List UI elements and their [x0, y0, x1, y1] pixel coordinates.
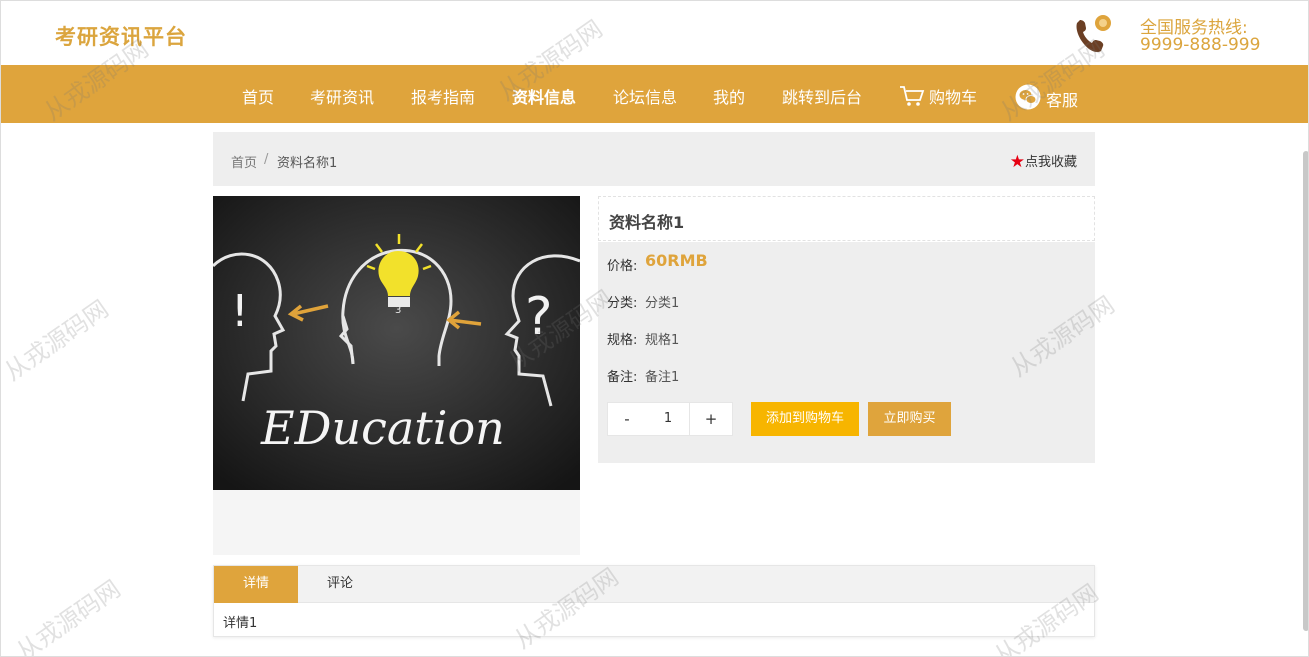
product-info-panel: 价格: 60RMB 分类: 分类1 规格: 规格1 备注: 备注1 - 1 + … [598, 242, 1095, 463]
svg-text:!: ! [231, 286, 249, 337]
nav-item-materials[interactable]: 资料信息 [512, 84, 576, 108]
phone-icon [1076, 15, 1111, 53]
product-name: 资料名称1 [609, 213, 685, 232]
top-header: 考研资讯平台 全国服务热线: 9999-888-999 [1, 1, 1308, 65]
star-icon: ★ [1009, 152, 1025, 172]
category-value: 分类1 [645, 296, 680, 311]
remark-value: 备注1 [645, 370, 680, 385]
nav-item-cart-label: 购物车 [929, 88, 978, 107]
nav-item-forum[interactable]: 论坛信息 [613, 84, 677, 108]
main-nav: 首页 考研资讯 报考指南 资料信息 论坛信息 我的 跳转到后台 购物车 客服 [1, 65, 1308, 123]
nav-item-admin[interactable]: 跳转到后台 [782, 84, 862, 108]
add-to-cart-button[interactable]: 添加到购物车 [751, 402, 859, 436]
buy-now-button[interactable]: 立即购买 [868, 402, 951, 436]
svg-text:?: ? [525, 287, 553, 347]
spec-label: 规格: [607, 333, 638, 348]
product-image-caption: EDucation [260, 401, 505, 455]
svg-text:3: 3 [395, 305, 401, 316]
breadcrumb-home[interactable]: 首页 [231, 152, 257, 171]
tab-comment[interactable]: 评论 [298, 566, 382, 603]
product-image-box: ! 3 ? EDucation [213, 196, 580, 555]
breadcrumb-separator: / [264, 152, 269, 167]
remark-label: 备注: [607, 370, 638, 385]
tabs-header: 详情 评论 [214, 566, 1094, 603]
tab-content: 详情1 [223, 616, 258, 631]
nav-item-cart[interactable]: 购物车 [899, 84, 977, 108]
breadcrumb: 首页 / 资料名称1 ★点我收藏 [213, 132, 1095, 186]
nav-item-guide[interactable]: 报考指南 [411, 84, 475, 108]
wechat-icon [1015, 84, 1041, 110]
nav-item-service-label: 客服 [1046, 91, 1079, 110]
site-title[interactable]: 考研资讯平台 [55, 21, 187, 51]
price-value: 60RMB [645, 251, 708, 270]
tab-detail[interactable]: 详情 [214, 566, 298, 603]
watermark: 从戎源码网 [11, 574, 126, 657]
category-label: 分类: [607, 296, 638, 311]
favorite-label: 点我收藏 [1024, 155, 1077, 170]
hotline-number: 9999-888-999 [1140, 35, 1261, 55]
nav-item-service[interactable]: 客服 [1014, 84, 1078, 111]
quantity-decrease-button[interactable]: - [607, 402, 647, 436]
spec-value: 规格1 [645, 333, 680, 348]
product-image: ! 3 ? EDucation [213, 196, 580, 490]
scrollbar[interactable] [1303, 151, 1308, 631]
nav-item-home[interactable]: 首页 [242, 84, 274, 108]
product-title-box: 资料名称1 [598, 196, 1095, 241]
cart-icon [900, 86, 925, 106]
quantity-input[interactable]: 1 [646, 402, 690, 436]
favorite-button[interactable]: ★点我收藏 [1010, 151, 1077, 172]
nav-item-mine[interactable]: 我的 [713, 84, 745, 108]
detail-tabs: 详情 评论 详情1 [213, 565, 1095, 637]
breadcrumb-current: 资料名称1 [277, 156, 338, 171]
page: 考研资讯平台 全国服务热线: 9999-888-999 首页 考研资讯 报考指南… [0, 0, 1309, 657]
quantity-increase-button[interactable]: + [689, 402, 733, 436]
nav-item-news[interactable]: 考研资讯 [310, 84, 374, 108]
watermark: 从戎源码网 [0, 294, 114, 387]
price-label: 价格: [607, 259, 638, 274]
